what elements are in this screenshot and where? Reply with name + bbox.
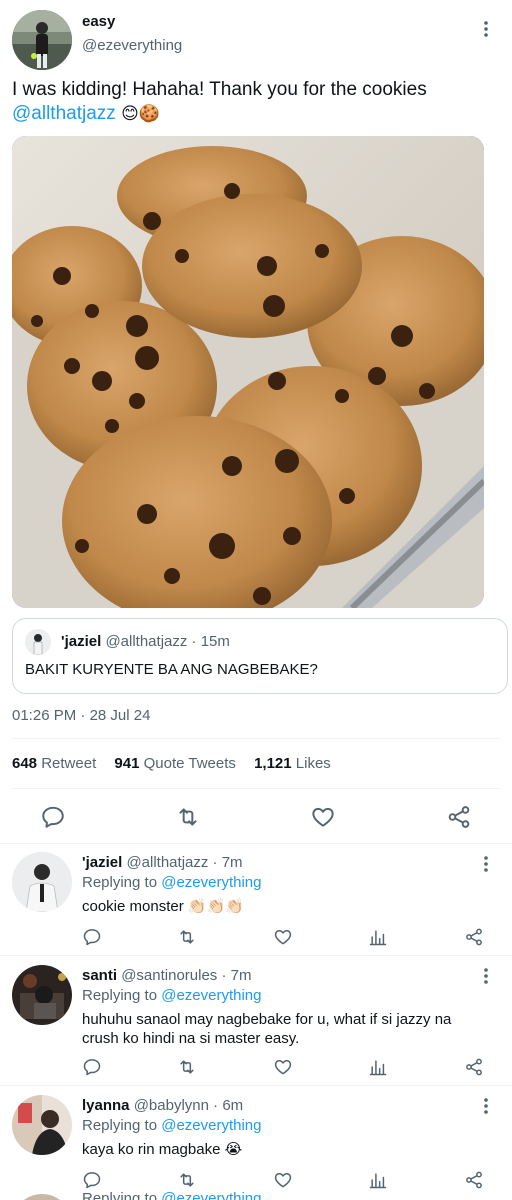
display-name[interactable]: easy [82,13,115,30]
replying-to: Replying to @ezeverything [82,1117,262,1134]
share-icon[interactable] [446,804,472,830]
reply-time: 7m [221,854,243,871]
more-vertical-icon[interactable] [476,18,496,40]
tweet-time: 01:26 PM [12,707,77,724]
replying-to-label: Replying to [82,1192,157,1200]
quote-stat[interactable]: 941 Quote Tweets [114,755,235,772]
replying-to: Replying to @ezeverything [82,1192,262,1200]
replying-to-link[interactable]: @ezeverything [161,987,261,1004]
quoted-handle: @allthatjazz [105,633,188,650]
like-icon[interactable] [310,804,336,830]
retweet-icon[interactable] [177,1170,197,1190]
like-label: Likes [295,755,331,772]
avatar[interactable] [12,965,72,1025]
views-icon[interactable] [368,927,388,947]
replying-to-link[interactable]: @ezeverything [161,1192,261,1200]
reply-item[interactable]: 'jaziel @allthatjazz · 7m Replying to @e… [0,844,512,954]
more-vertical-icon[interactable] [476,1096,496,1116]
tweet-photo[interactable] [12,136,484,608]
reply-item-partial[interactable]: Replying to @ezeverything [0,1192,512,1200]
replying-to-link[interactable]: @ezeverything [161,1117,261,1134]
like-icon[interactable] [273,1170,293,1190]
share-icon[interactable] [464,927,484,947]
tweet-date: 28 Jul 24 [89,707,151,724]
reply-item[interactable]: lyanna @babylynn · 6m Replying to @ezeve… [0,1086,512,1192]
reply-text: huhuhu sanaol may nagbebake for u, what … [82,1011,452,1047]
tweet-header: easy @ezeverything [0,0,512,78]
tweet-body: I was kidding! Hahaha! Thank you for the… [12,79,427,100]
reply-handle[interactable]: @santinorules [121,967,217,984]
divider [12,738,500,739]
quoted-avatar [25,629,51,655]
replying-to: Replying to @ezeverything [82,987,262,1004]
share-icon[interactable] [464,1057,484,1077]
more-vertical-icon[interactable] [476,966,496,986]
tweet-stats: 648 Retweet 941 Quote Tweets 1,121 Likes [12,755,345,772]
reply-name[interactable]: lyanna [82,1097,130,1114]
retweet-icon[interactable] [177,1057,197,1077]
avatar[interactable] [12,1095,72,1155]
avatar[interactable] [12,1194,72,1200]
avatar[interactable] [12,10,72,70]
tweet-text: I was kidding! Hahaha! Thank you for the… [12,78,492,126]
reply-handle[interactable]: @allthatjazz [126,854,208,871]
retweet-icon[interactable] [177,927,197,947]
tweet-actions [0,798,512,836]
replying-to-label: Replying to [82,987,158,1004]
reply-text: kaya ko rin magbake 😭 [82,1141,243,1158]
like-icon[interactable] [273,927,293,947]
mention-link[interactable]: @allthatjazz [12,103,116,124]
user-handle[interactable]: @ezeverything [82,37,182,54]
quote-label: Quote Tweets [143,755,236,772]
views-icon[interactable] [368,1170,388,1190]
views-icon[interactable] [368,1057,388,1077]
reply-text: cookie monster 👏🏻👏🏻👏🏻 [82,898,244,915]
quoted-text: BAKIT KURYENTE BA ANG NAGBEBAKE? [25,661,318,678]
replying-to-label: Replying to [82,874,158,891]
tweet-timestamp: 01:26 PM · 28 Jul 24 [12,707,150,724]
retweet-stat[interactable]: 648 Retweet [12,755,96,772]
avatar[interactable] [12,852,72,912]
replying-to: Replying to @ezeverything [82,874,262,891]
reply-icon[interactable] [40,804,66,830]
date-separator: · [80,707,86,724]
reply-icon[interactable] [82,1170,102,1190]
reply-header: lyanna @babylynn · 6m [82,1097,244,1114]
like-count: 1,121 [254,755,292,772]
like-icon[interactable] [273,1057,293,1077]
reply-name[interactable]: santi [82,967,117,984]
quoted-tweet[interactable]: 'jaziel @allthatjazz · 15m BAKIT KURYENT… [12,618,508,694]
replying-to-link[interactable]: @ezeverything [161,874,261,891]
replying-to-label: Replying to [82,1117,158,1134]
quoted-name: 'jaziel [61,633,102,650]
reply-icon[interactable] [82,927,102,947]
share-icon[interactable] [464,1170,484,1190]
reply-header: 'jaziel @allthatjazz · 7m [82,854,243,871]
reply-handle[interactable]: @babylynn [134,1097,209,1114]
retweet-icon[interactable] [175,804,201,830]
reply-item[interactable]: santi @santinorules · 7m Replying to @ez… [0,956,512,1084]
reply-header: santi @santinorules · 7m [82,967,252,984]
tweet-emoji: 😊🍪 [121,104,160,123]
quote-count: 941 [114,755,140,772]
divider [12,788,500,789]
reply-time: 6m [222,1097,244,1114]
retweet-count: 648 [12,755,38,772]
reply-name[interactable]: 'jaziel [82,854,122,871]
more-vertical-icon[interactable] [476,854,496,874]
reply-time: 7m [230,967,252,984]
retweet-label: Retweet [41,755,97,772]
reply-icon[interactable] [82,1057,102,1077]
like-stat[interactable]: 1,121 Likes [254,755,331,772]
quoted-header: 'jaziel @allthatjazz · 15m [61,633,230,650]
quoted-time: 15m [200,633,230,650]
